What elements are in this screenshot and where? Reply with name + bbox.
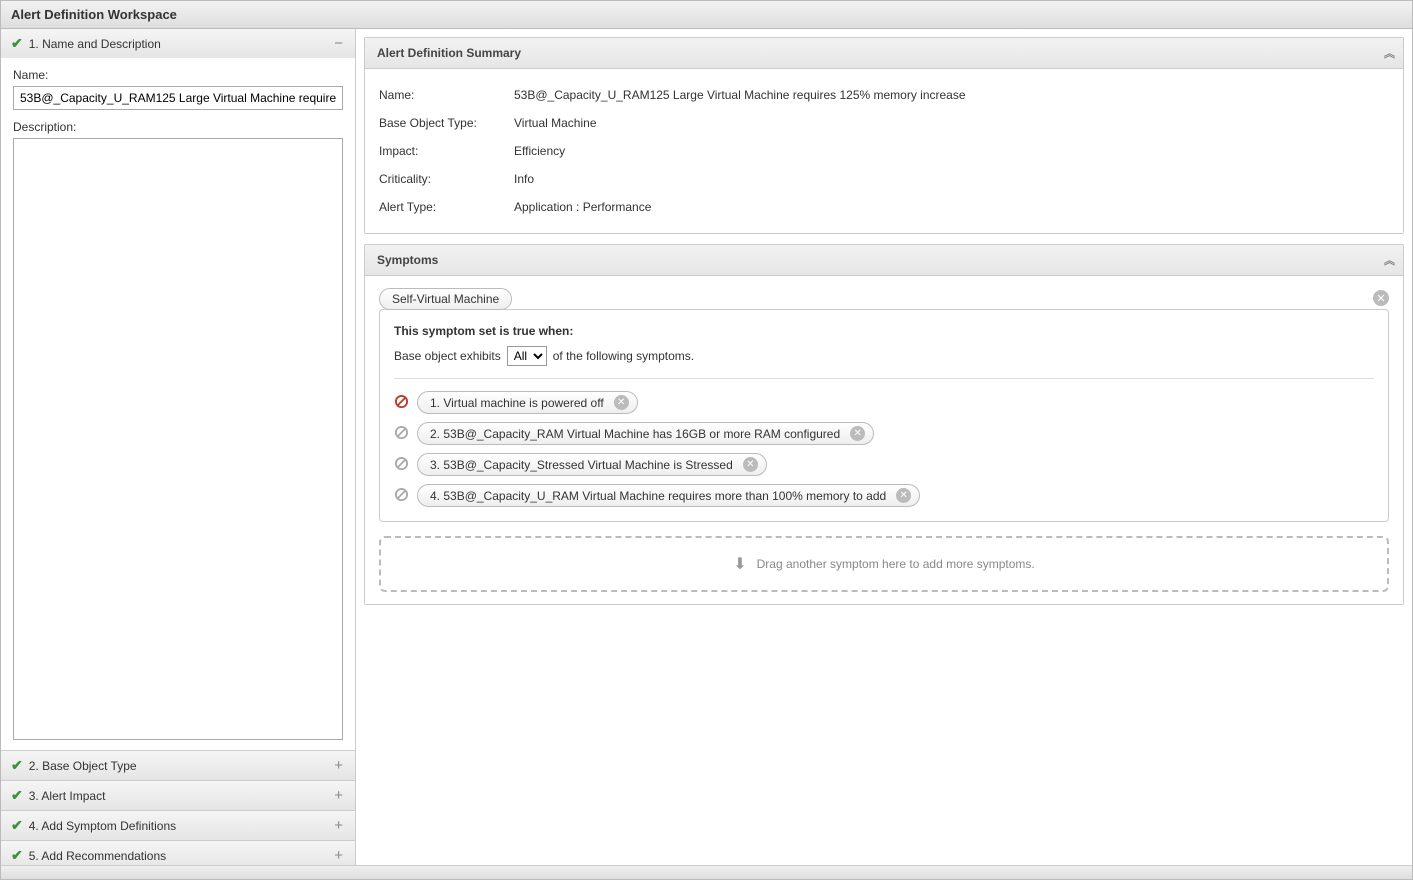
symptom-text: 4. 53B@_Capacity_U_RAM Virtual Machine r… xyxy=(430,489,886,503)
summary-panel-body: Name: 53B@_Capacity_U_RAM125 Large Virtu… xyxy=(365,69,1403,233)
summary-value: Info xyxy=(514,172,534,186)
summary-value: 53B@_Capacity_U_RAM125 Large Virtual Mac… xyxy=(514,88,966,102)
remove-symptom-button[interactable]: ✕ xyxy=(743,457,758,472)
summary-row-base-object-type: Base Object Type: Virtual Machine xyxy=(379,109,1389,137)
summary-row-impact: Impact: Efficiency xyxy=(379,137,1389,165)
collapse-icon: − xyxy=(332,35,345,52)
content-area: Alert Definition Summary ︽ Name: 53B@_Ca… xyxy=(356,29,1412,865)
expand-icon: + xyxy=(332,787,345,804)
arrow-down-icon: ⬇ xyxy=(733,554,746,574)
prohibit-icon[interactable] xyxy=(394,394,409,412)
remove-symptom-set-button[interactable]: ✕ xyxy=(1373,290,1389,306)
step-1-header[interactable]: ✔ 1. Name and Description − xyxy=(1,29,355,58)
step-3-header[interactable]: ✔ 3. Alert Impact + xyxy=(1,781,355,810)
symptom-set-header-row: Self-Virtual Machine ✕ xyxy=(379,288,1389,309)
symptoms-panel-header[interactable]: Symptoms ︽ xyxy=(365,245,1403,276)
step-1-label: 1. Name and Description xyxy=(29,37,327,51)
step-1-body: Name: Description: xyxy=(1,58,355,750)
step-5-label: 5. Add Recommendations xyxy=(29,849,327,863)
step-4-label: 4. Add Symptom Definitions xyxy=(29,819,327,833)
symptom-list: 1. Virtual machine is powered off ✕ 2. 53B… xyxy=(394,391,1374,507)
condition-prefix: Base object exhibits xyxy=(394,349,501,363)
symptom-row: 2. 53B@_Capacity_RAM Virtual Machine has… xyxy=(394,422,1374,445)
summary-label: Criticality: xyxy=(379,172,514,186)
remove-symptom-button[interactable]: ✕ xyxy=(850,426,865,441)
symptom-row: 3. 53B@_Capacity_Stressed Virtual Machin… xyxy=(394,453,1374,476)
summary-row-alert-type: Alert Type: Application : Performance xyxy=(379,193,1389,221)
step-2-base-object-type: ✔ 2. Base Object Type + xyxy=(1,751,355,781)
expand-icon: + xyxy=(332,847,345,864)
symptom-row: 1. Virtual machine is powered off ✕ xyxy=(394,391,1374,414)
alert-definition-summary-panel: Alert Definition Summary ︽ Name: 53B@_Ca… xyxy=(364,37,1404,234)
symptoms-title: Symptoms xyxy=(377,253,1384,267)
check-icon: ✔ xyxy=(11,35,23,52)
alert-definition-workspace: Alert Definition Workspace ✔ 1. Name and… xyxy=(0,0,1413,880)
summary-label: Name: xyxy=(379,88,514,102)
step-2-header[interactable]: ✔ 2. Base Object Type + xyxy=(1,751,355,780)
symptom-chip[interactable]: 3. 53B@_Capacity_Stressed Virtual Machin… xyxy=(417,453,767,476)
prohibit-icon[interactable] xyxy=(394,456,409,474)
description-input[interactable] xyxy=(13,138,343,740)
remove-symptom-button[interactable]: ✕ xyxy=(896,488,911,503)
name-input[interactable] xyxy=(13,86,343,110)
condition-select[interactable]: All xyxy=(507,346,547,366)
expand-icon: + xyxy=(332,757,345,774)
summary-label: Impact: xyxy=(379,144,514,158)
condition-suffix: of the following symptoms. xyxy=(553,349,694,363)
symptom-chip[interactable]: 1. Virtual machine is powered off ✕ xyxy=(417,391,638,414)
check-icon: ✔ xyxy=(11,787,23,804)
chevron-up-icon: ︽ xyxy=(1384,252,1391,268)
summary-value: Virtual Machine xyxy=(514,116,597,130)
symptoms-panel: Symptoms ︽ Self-Virtual Machine ✕ This s… xyxy=(364,244,1404,605)
summary-title: Alert Definition Summary xyxy=(377,46,1384,60)
symptom-set-heading: This symptom set is true when: xyxy=(394,324,1374,338)
summary-value: Efficiency xyxy=(514,144,565,158)
step-4-add-symptom-definitions: ✔ 4. Add Symptom Definitions + xyxy=(1,811,355,841)
symptom-set-tab[interactable]: Self-Virtual Machine xyxy=(379,288,512,310)
summary-row-criticality: Criticality: Info xyxy=(379,165,1389,193)
symptom-row: 4. 53B@_Capacity_U_RAM Virtual Machine r… xyxy=(394,484,1374,507)
prohibit-icon[interactable] xyxy=(394,425,409,443)
summary-value: Application : Performance xyxy=(514,200,651,214)
drop-hint-text: Drag another symptom here to add more sy… xyxy=(757,557,1035,571)
check-icon: ✔ xyxy=(11,817,23,834)
symptom-chip[interactable]: 2. 53B@_Capacity_RAM Virtual Machine has… xyxy=(417,422,874,445)
summary-label: Base Object Type: xyxy=(379,116,514,130)
chevron-up-icon: ︽ xyxy=(1384,45,1391,61)
symptoms-panel-body: Self-Virtual Machine ✕ This symptom set … xyxy=(365,276,1403,604)
workspace-title: Alert Definition Workspace xyxy=(1,1,1412,29)
symptom-chip[interactable]: 4. 53B@_Capacity_U_RAM Virtual Machine r… xyxy=(417,484,920,507)
name-label: Name: xyxy=(13,68,343,82)
symptom-text: 2. 53B@_Capacity_RAM Virtual Machine has… xyxy=(430,427,840,441)
symptom-text: 1. Virtual machine is powered off xyxy=(430,396,604,410)
symptom-text: 3. 53B@_Capacity_Stressed Virtual Machin… xyxy=(430,458,733,472)
step-2-label: 2. Base Object Type xyxy=(29,759,327,773)
summary-label: Alert Type: xyxy=(379,200,514,214)
step-3-label: 3. Alert Impact xyxy=(29,789,327,803)
step-1-name-description: ✔ 1. Name and Description − Name: Descri… xyxy=(1,29,355,751)
check-icon: ✔ xyxy=(11,847,23,864)
footer-bar xyxy=(1,865,1412,879)
expand-icon: + xyxy=(332,817,345,834)
remove-symptom-button[interactable]: ✕ xyxy=(614,395,629,410)
symptom-drop-zone[interactable]: ⬇ Drag another symptom here to add more … xyxy=(379,536,1389,592)
divider xyxy=(394,378,1374,379)
description-label: Description: xyxy=(13,120,343,134)
summary-panel-header[interactable]: Alert Definition Summary ︽ xyxy=(365,38,1403,69)
workspace-body: ✔ 1. Name and Description − Name: Descri… xyxy=(1,29,1412,865)
wizard-sidebar: ✔ 1. Name and Description − Name: Descri… xyxy=(1,29,356,865)
step-4-header[interactable]: ✔ 4. Add Symptom Definitions + xyxy=(1,811,355,840)
check-icon: ✔ xyxy=(11,757,23,774)
prohibit-icon[interactable] xyxy=(394,487,409,505)
summary-row-name: Name: 53B@_Capacity_U_RAM125 Large Virtu… xyxy=(379,81,1389,109)
step-3-alert-impact: ✔ 3. Alert Impact + xyxy=(1,781,355,811)
symptom-condition-row: Base object exhibits All of the followin… xyxy=(394,346,1374,366)
symptom-set-box: This symptom set is true when: Base obje… xyxy=(379,309,1389,522)
